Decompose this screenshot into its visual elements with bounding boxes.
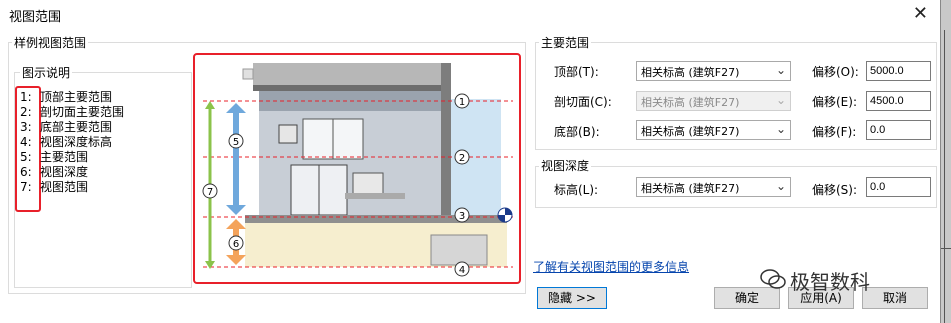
primary-range-title: 主要范围 xyxy=(539,34,592,51)
marker-2: 2 xyxy=(454,149,470,165)
marker-6-label: 6 xyxy=(233,239,239,250)
marker-6: 6 xyxy=(228,235,244,251)
top-label: 顶部(T): xyxy=(554,65,599,79)
edge-line xyxy=(941,248,951,249)
primary-range-arrow-head xyxy=(226,103,246,113)
legend-item: 视图深度标高 xyxy=(40,135,113,149)
ceiling-beam xyxy=(253,85,449,91)
marker-3-label: 3 xyxy=(459,211,465,222)
sample-view-range-title: 样例视图范围 xyxy=(12,34,89,51)
close-icon[interactable]: ✕ xyxy=(913,3,928,24)
legend-item: 视图范围 xyxy=(40,180,89,194)
ok-button[interactable]: 确定 xyxy=(714,287,780,309)
bottom-level-value: 相关标高 (建筑F27) xyxy=(641,125,740,138)
depth-level-value: 相关标高 (建筑F27) xyxy=(641,182,740,195)
watermark-text: 极智数科 xyxy=(790,270,870,294)
edge-line xyxy=(944,30,945,323)
chevron-down-icon: ⌄ xyxy=(775,93,786,107)
background-window-edge xyxy=(940,0,951,323)
bottom-offset-label: 偏移(F): xyxy=(812,125,857,139)
view-depth-arrow-tail xyxy=(226,255,246,265)
primary-range-arrow-tail xyxy=(226,205,246,215)
view-range-dialog: 视图范围 ✕ 样例视图范围 图示说明 1: 2: 3: 4: 5: 6: 7: … xyxy=(0,0,940,323)
section-illustration: 1 2 3 4 5 6 7 xyxy=(202,63,513,277)
wechat-icon xyxy=(760,269,786,289)
legend-item: 底部主要范围 xyxy=(40,120,113,134)
view-depth-title: 视图深度 xyxy=(539,157,592,174)
cut-plane-level-value: 相关标高 (建筑F27) xyxy=(641,96,740,109)
top-level-select[interactable]: 相关标高 (建筑F27) ⌄ xyxy=(636,61,791,81)
ceiling-cap xyxy=(242,68,254,80)
depth-level-select[interactable]: 相关标高 (建筑F27) ⌄ xyxy=(636,177,791,197)
legend-number: 3: xyxy=(20,120,32,134)
marker-3: 3 xyxy=(454,207,470,223)
marker-2-label: 2 xyxy=(459,153,465,164)
marker-4-label: 4 xyxy=(459,265,465,276)
level-symbol-icon xyxy=(497,207,513,223)
title-bar: 视图范围 ✕ xyxy=(0,0,940,30)
bottom-level-select[interactable]: 相关标高 (建筑F27) ⌄ xyxy=(636,120,791,140)
top-level-value: 相关标高 (建筑F27) xyxy=(641,66,740,79)
legend-number: 5: xyxy=(20,150,32,164)
depth-offset-input[interactable] xyxy=(866,177,931,197)
view-range-arrow-tail xyxy=(205,261,215,269)
legend-numbers: 1: 2: 3: 4: 5: 6: 7: xyxy=(20,90,32,195)
window-title: 视图范围 xyxy=(9,10,62,25)
marker-4: 4 xyxy=(454,261,470,277)
wall-panel xyxy=(278,124,298,144)
legend-number: 4: xyxy=(20,135,32,149)
legend-item: 顶部主要范围 xyxy=(40,90,113,104)
ceiling-slab xyxy=(253,63,449,85)
cut-plane-offset-label: 偏移(E): xyxy=(812,95,857,109)
bottom-offset-input[interactable] xyxy=(866,120,931,140)
marker-1-label: 1 xyxy=(459,97,465,108)
bottom-label: 底部(B): xyxy=(554,125,600,139)
view-range-arrow-head xyxy=(205,101,215,109)
top-offset-input[interactable] xyxy=(866,61,931,81)
cut-plane-offset-input[interactable] xyxy=(866,91,931,111)
legend-items: 顶部主要范围 剖切面主要范围 底部主要范围 视图深度标高 主要范围 视图深度 视… xyxy=(40,90,124,195)
view-depth-arrow-head xyxy=(226,219,246,229)
foundation-shape xyxy=(430,234,488,266)
legend-item: 视图深度 xyxy=(40,165,89,179)
legend-number: 2: xyxy=(20,105,32,119)
learn-more-link[interactable]: 了解有关视图范围的更多信息 xyxy=(533,258,689,275)
marker-7: 7 xyxy=(202,183,218,199)
cut-plane-level-select: 相关标高 (建筑F27) ⌄ xyxy=(636,91,791,111)
legend-number: 7: xyxy=(20,180,32,194)
marker-7-label: 7 xyxy=(207,187,213,198)
legend-number: 6: xyxy=(20,165,32,179)
marker-1: 1 xyxy=(454,93,470,109)
top-offset-label: 偏移(O): xyxy=(812,65,859,79)
primary-range-arrow xyxy=(233,111,239,207)
view-range-diagram: 1 2 3 4 5 6 7 xyxy=(193,53,521,284)
desk-top xyxy=(345,193,405,199)
legend-number: 1: xyxy=(20,90,32,104)
legend-title: 图示说明 xyxy=(20,64,73,81)
marker-5: 5 xyxy=(228,133,244,149)
legend-item: 剖切面主要范围 xyxy=(40,105,125,119)
chevron-down-icon: ⌄ xyxy=(775,63,786,77)
depth-offset-label: 偏移(S): xyxy=(812,183,858,197)
hide-button[interactable]: 隐藏 >> xyxy=(537,287,607,309)
legend-item: 主要范围 xyxy=(40,150,89,164)
marker-5-label: 5 xyxy=(233,137,239,148)
chevron-down-icon: ⌄ xyxy=(775,122,786,136)
chevron-down-icon: ⌄ xyxy=(775,179,786,193)
cut-plane-label: 剖切面(C): xyxy=(554,95,612,109)
cancel-button[interactable]: 取消 xyxy=(862,287,928,309)
depth-level-label: 标高(L): xyxy=(554,183,599,197)
